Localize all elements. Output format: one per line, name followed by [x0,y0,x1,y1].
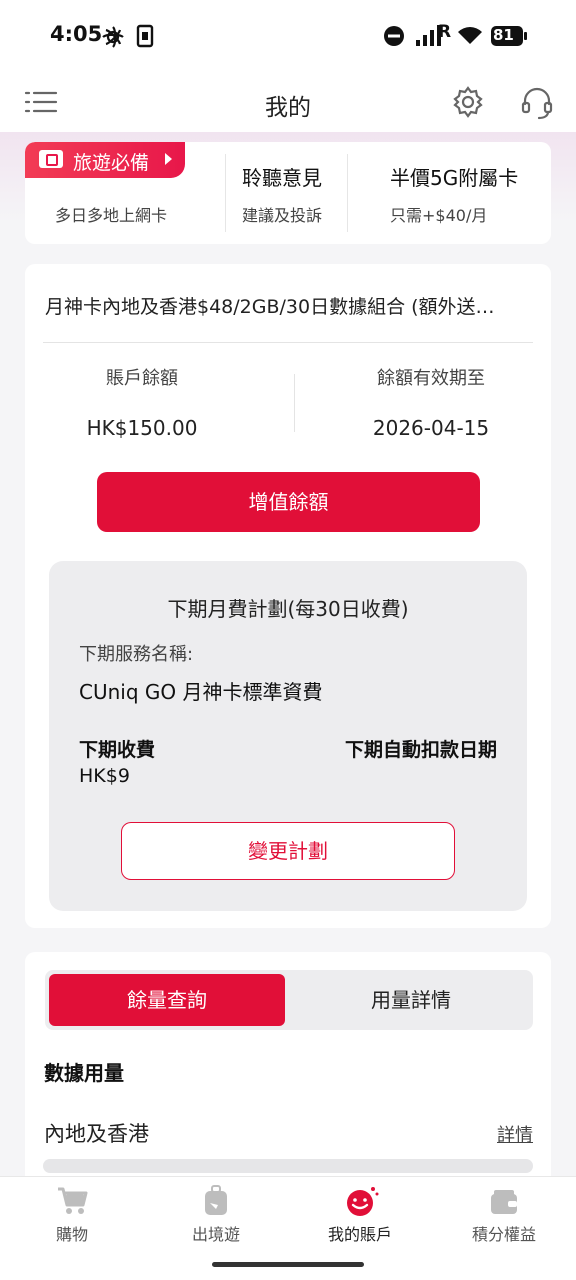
app-icon [136,24,154,52]
sim-card-icon [39,150,63,168]
headset-icon[interactable] [520,86,554,124]
quick-links-card: 旅遊必備 多日多地上網卡 聆聽意見 建議及投訴 半價5G附屬卡 只需+$40/月 [25,142,551,244]
travel-ribbon[interactable]: 旅遊必備 [25,142,185,178]
ribbon-label: 旅遊必備 [73,152,150,174]
settings-icon[interactable] [452,86,484,122]
status-time: 4:05 [50,22,103,46]
topup-button[interactable]: 增值餘額 [97,472,480,532]
nav-label: 出境遊 [191,1225,240,1244]
expiry-label: 餘額有效期至 [377,368,485,389]
balance-value: HK$150.00 [86,416,198,440]
tab-balance-query[interactable]: 餘量查詢 [49,974,285,1026]
quick-link-subtitle: 只需+$40/月 [390,206,488,225]
nav-item-points[interactable]: 積分權益 [432,1177,576,1261]
nav-label: 我的賬戶 [327,1225,392,1244]
battery-level: 81 [493,26,514,44]
quick-link-5g-card[interactable]: 半價5G附屬卡 只需+$40/月 [348,142,551,244]
signal-badge: R [438,22,452,42]
next-fee-value: HK$9 [79,765,130,787]
next-service-label: 下期服務名稱: [79,644,194,665]
nav-item-my-account[interactable]: 我的賬戶 [288,1177,432,1261]
change-plan-button[interactable]: 變更計劃 [121,822,455,880]
nav-label: 積分權益 [471,1225,536,1244]
plan-name[interactable]: 月神卡內地及香港$48/2GB/30日數據組合 (額外送… [45,292,535,319]
brain-icon [100,24,126,54]
divider [294,374,295,432]
home-indicator[interactable] [212,1262,364,1267]
luggage-icon [196,1185,236,1217]
wallet-icon [484,1185,524,1217]
usage-tabs: 餘量查詢 用量詳情 [45,970,533,1030]
cart-icon [52,1185,92,1217]
quick-link-travel[interactable]: 旅遊必備 多日多地上網卡 [25,142,225,244]
next-plan-box: 下期月費計劃(每30日收費) 下期服務名稱: CUniq GO 月神卡標準資費 … [49,561,527,911]
wifi-icon [456,24,484,52]
quick-link-subtitle: 多日多地上網卡 [55,206,168,225]
dnd-icon [382,24,406,52]
quick-link-title: 半價5G附屬卡 [390,166,519,190]
detail-link[interactable]: 詳情 [497,1121,533,1147]
balance-label: 賬戶餘額 [106,368,178,389]
usage-region: 內地及香港 [44,1122,149,1146]
quick-link-subtitle: 建議及投訴 [242,206,323,225]
divider [43,342,533,343]
smiley-icon [340,1185,380,1217]
page-title: 我的 [265,95,311,121]
quick-link-title: 聆聽意見 [242,166,322,190]
nav-label: 購物 [55,1225,88,1244]
status-bar: 4:05 R 81 [0,0,576,72]
next-fee-label: 下期收費 [79,739,156,761]
next-service-value: CUniq GO 月神卡標準資費 [79,680,323,704]
tab-usage-details[interactable]: 用量詳情 [293,974,529,1026]
quick-link-feedback[interactable]: 聆聽意見 建議及投訴 [226,142,347,244]
nav-item-travel[interactable]: 出境遊 [144,1177,288,1261]
page-header: 我的 [0,72,576,132]
play-arrow-icon [165,153,172,165]
next-plan-title: 下期月費計劃(每30日收費) [167,597,409,621]
usage-progress-bar [43,1159,533,1173]
nav-item-shopping[interactable]: 購物 [0,1177,144,1261]
plan-card: 月神卡內地及香港$48/2GB/30日數據組合 (額外送… 賬戶餘額 HK$15… [25,264,551,928]
next-debit-date-label: 下期自動扣款日期 [344,739,497,761]
section-title: 數據用量 [44,1061,124,1085]
expiry-value: 2026-04-15 [372,416,490,440]
